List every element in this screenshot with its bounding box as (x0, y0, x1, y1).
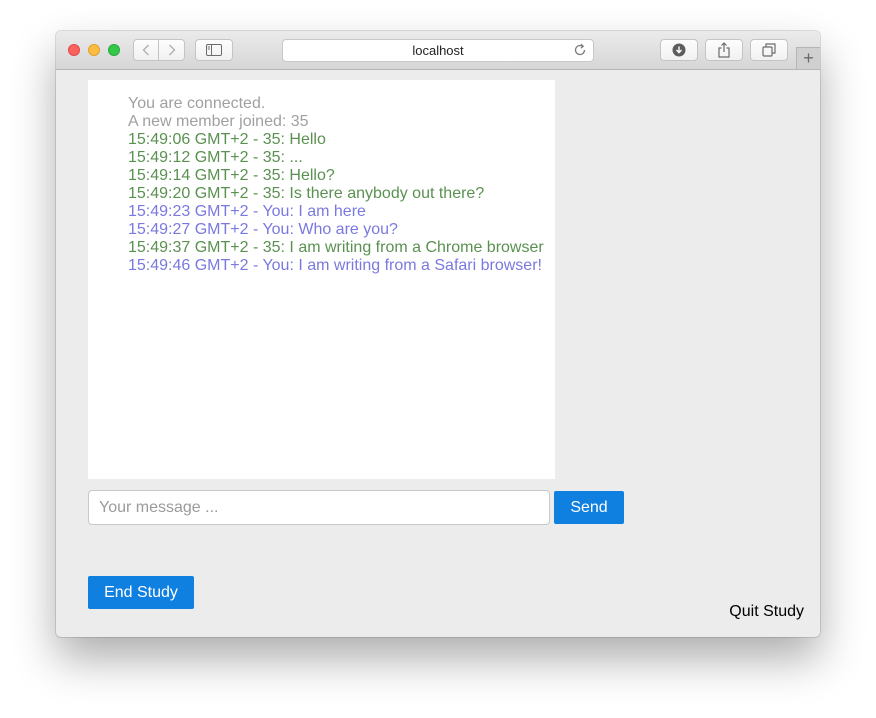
chat-log: You are connected. A new member joined: … (88, 80, 555, 479)
forward-button[interactable] (159, 39, 185, 61)
message-item: 15:49:46 GMT+2 - You: I am writing from … (128, 257, 542, 274)
chevron-left-icon (142, 44, 149, 56)
browser-window: localhost + You are connected. A new mem… (56, 31, 820, 637)
address-text: localhost (412, 43, 464, 58)
sidebar-icon (206, 44, 222, 56)
send-button[interactable]: Send (554, 491, 624, 524)
message-item: 15:49:12 GMT+2 - 35: ... (128, 149, 303, 166)
end-study-button[interactable]: End Study (88, 576, 194, 609)
download-icon (672, 43, 686, 57)
reload-icon (574, 43, 586, 56)
plus-icon: + (803, 48, 814, 68)
share-button[interactable] (705, 39, 743, 61)
message-item: 15:49:06 GMT+2 - 35: Hello (128, 131, 326, 148)
browser-toolbar: localhost + (56, 31, 820, 70)
address-bar[interactable]: localhost (282, 39, 594, 62)
new-tab-button[interactable]: + (796, 47, 820, 69)
zoom-window-button[interactable] (108, 44, 120, 56)
message-item: 15:49:27 GMT+2 - You: Who are you? (128, 221, 398, 238)
show-tabs-button[interactable] (750, 39, 788, 61)
reload-button[interactable] (573, 43, 587, 60)
downloads-button[interactable] (660, 39, 698, 61)
minimize-window-button[interactable] (88, 44, 100, 56)
message-item: 15:49:14 GMT+2 - 35: Hello? (128, 167, 335, 184)
message-item: You are connected. (128, 95, 266, 112)
quit-study-link[interactable]: Quit Study (729, 603, 804, 621)
sidebar-button[interactable] (195, 39, 233, 61)
share-icon (718, 42, 730, 58)
message-item: 15:49:37 GMT+2 - 35: I am writing from a… (128, 239, 544, 256)
back-button[interactable] (133, 39, 159, 61)
message-item: 15:49:23 GMT+2 - You: I am here (128, 203, 366, 220)
message-list: You are connected. A new member joined: … (128, 95, 544, 275)
history-nav (133, 39, 185, 61)
message-input[interactable] (88, 490, 550, 525)
close-window-button[interactable] (68, 44, 80, 56)
chevron-right-icon (168, 44, 175, 56)
message-item: 15:49:20 GMT+2 - 35: Is there anybody ou… (128, 185, 485, 202)
tabs-icon (762, 43, 776, 57)
message-item: A new member joined: 35 (128, 113, 309, 130)
